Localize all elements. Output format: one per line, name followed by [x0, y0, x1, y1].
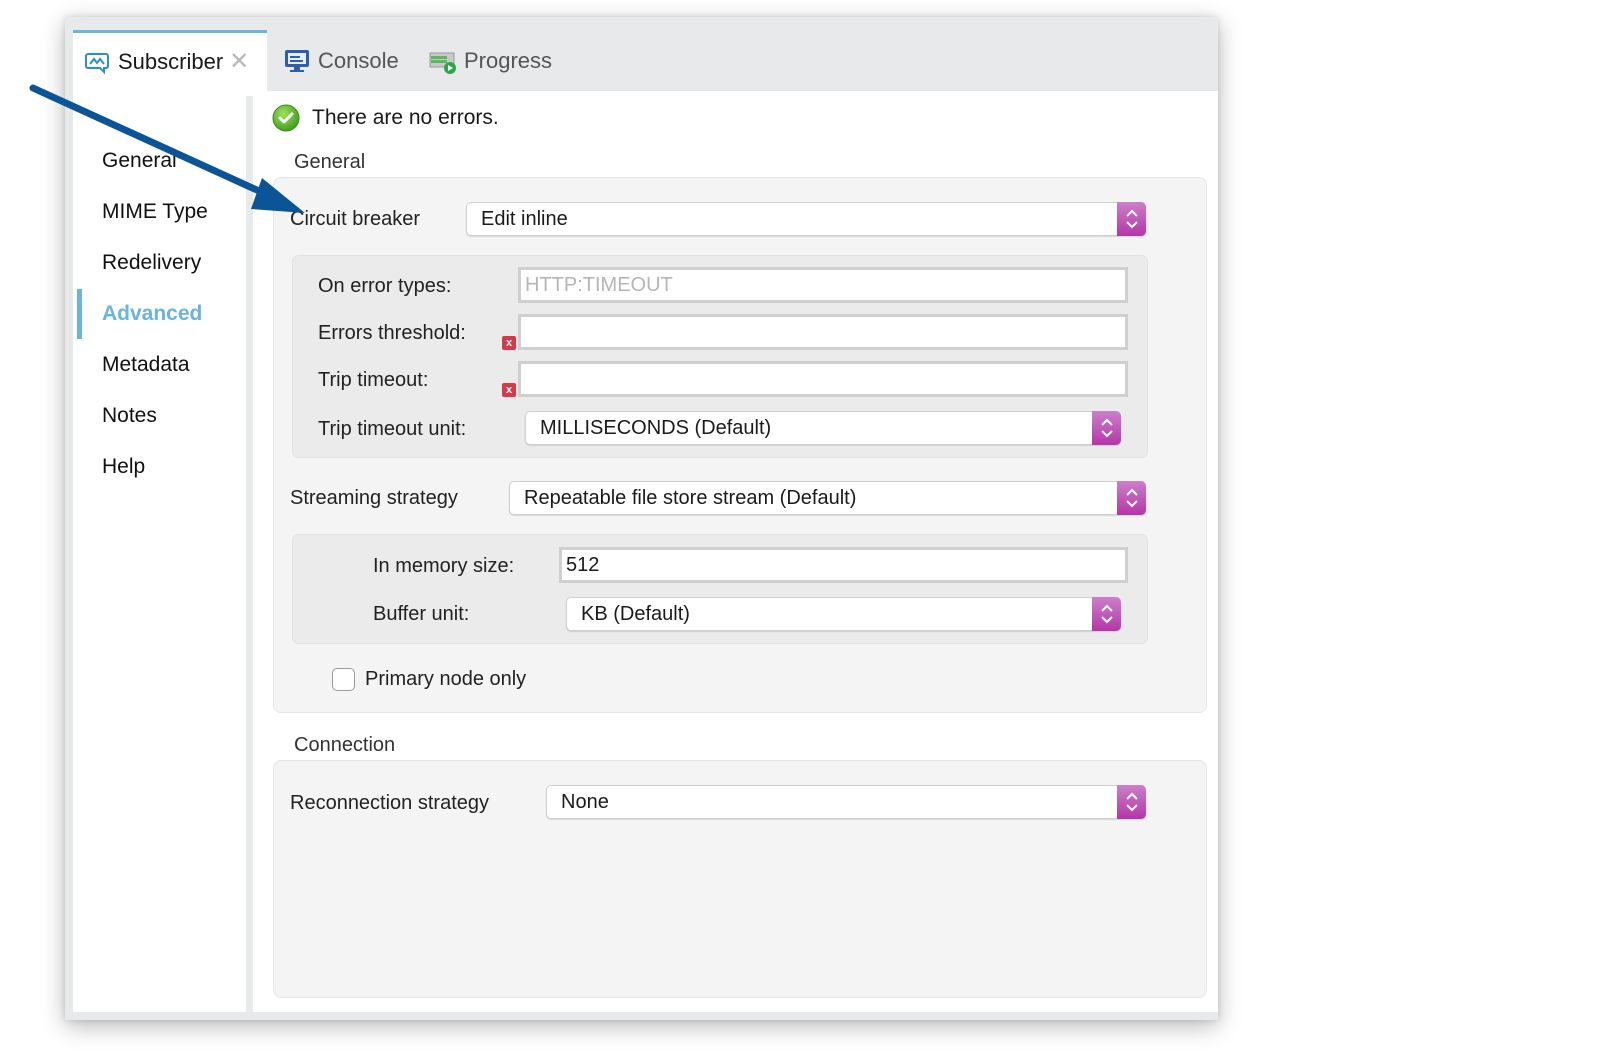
sidebar-item-advanced[interactable]: Advanced [102, 302, 202, 326]
circuit-breaker-subgroup: On error types: HTTP:TIMEOUT Errors thre… [292, 255, 1148, 458]
input-value: 512 [566, 553, 600, 576]
select-value: MILLISECONDS (Default) [540, 416, 772, 439]
buffer-unit-label: Buffer unit: [373, 603, 470, 625]
tab-subscriber[interactable]: Subscriber ✕ [73, 30, 267, 91]
tab-label: Console [318, 47, 399, 73]
reconnection-strategy-select[interactable]: None [546, 785, 1146, 819]
streaming-subgroup: In memory size: 512 Buffer unit: KB (Def… [292, 534, 1148, 644]
in-memory-size-input[interactable]: 512 [559, 547, 1128, 583]
tab-progress[interactable]: Progress [429, 30, 552, 91]
sidebar-item-redelivery[interactable]: Redelivery [102, 251, 201, 275]
error-icon: x [502, 383, 516, 397]
section-title-general: General [294, 151, 366, 173]
primary-node-only-checkbox[interactable] [332, 668, 355, 691]
status-message: There are no errors. [272, 104, 499, 132]
on-error-types-label: On error types: [318, 275, 452, 297]
trip-timeout-unit-label: Trip timeout unit: [318, 418, 467, 440]
console-icon [285, 49, 309, 72]
sidebar-item-notes[interactable]: Notes [102, 404, 157, 428]
sidebar-item-mime-type[interactable]: MIME Type [102, 200, 208, 224]
select-value: Repeatable file store stream (Default) [524, 486, 857, 509]
trip-timeout-unit-select[interactable]: MILLISECONDS (Default) [525, 411, 1121, 445]
primary-node-only-label[interactable]: Primary node only [365, 668, 526, 691]
section-title-connection: Connection [294, 734, 396, 756]
tab-label: Subscriber [118, 49, 224, 74]
tab-bar: Subscriber ✕ Console Progress [65, 17, 1218, 91]
editor-body: General MIME Type Redelivery Advanced Me… [73, 91, 1218, 1012]
check-circle-icon [272, 104, 300, 132]
tab-label: Progress [464, 47, 553, 73]
connection-group: Reconnection strategy None [273, 760, 1207, 998]
subscriber-icon [85, 53, 109, 75]
select-value: Edit inline [481, 207, 568, 230]
select-value: None [561, 790, 609, 813]
circuit-breaker-select[interactable]: Edit inline [466, 202, 1146, 236]
chevron-updown-icon [1092, 411, 1121, 445]
chevron-updown-icon [1117, 481, 1146, 515]
reconnection-strategy-label: Reconnection strategy [290, 792, 490, 814]
streaming-strategy-select[interactable]: Repeatable file store stream (Default) [509, 481, 1146, 515]
errors-threshold-input[interactable] [518, 314, 1128, 350]
chevron-updown-icon [1092, 597, 1121, 631]
trip-timeout-input[interactable] [518, 361, 1128, 397]
close-icon[interactable]: ✕ [229, 50, 249, 74]
general-group: Circuit breaker Edit inline On error typ… [273, 177, 1207, 713]
sidebar-item-metadata[interactable]: Metadata [102, 353, 190, 377]
in-memory-size-label: In memory size: [373, 555, 515, 577]
sidebar-divider[interactable] [246, 96, 253, 1012]
properties-window: Subscriber ✕ Console Progress General MI… [65, 17, 1218, 1020]
placeholder-text: HTTP:TIMEOUT [525, 273, 673, 296]
sidebar-item-general[interactable]: General [102, 149, 177, 173]
sidebar: General MIME Type Redelivery Advanced Me… [73, 91, 246, 1012]
progress-icon [429, 52, 456, 74]
error-icon: x [502, 336, 516, 350]
circuit-breaker-label: Circuit breaker [290, 208, 421, 230]
chevron-updown-icon [1117, 785, 1146, 819]
content-panel: There are no errors. General Circuit bre… [253, 91, 1218, 1012]
status-text: There are no errors. [312, 106, 499, 129]
errors-threshold-label: Errors threshold: [318, 322, 466, 344]
buffer-unit-select[interactable]: KB (Default) [566, 597, 1121, 631]
sidebar-item-help[interactable]: Help [102, 455, 145, 479]
trip-timeout-label: Trip timeout: [318, 369, 429, 391]
active-marker [77, 289, 82, 339]
on-error-types-input[interactable]: HTTP:TIMEOUT [518, 267, 1128, 303]
select-value: KB (Default) [581, 602, 690, 625]
streaming-strategy-label: Streaming strategy [290, 487, 458, 509]
chevron-updown-icon [1117, 202, 1146, 236]
tab-console[interactable]: Console [283, 30, 399, 91]
